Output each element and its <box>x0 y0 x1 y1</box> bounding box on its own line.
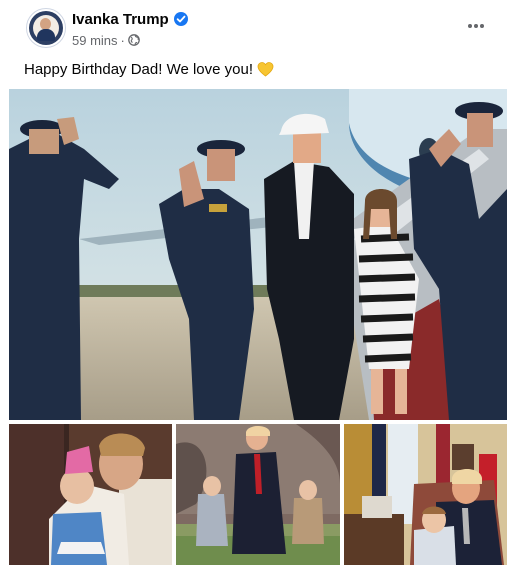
yellow-heart-icon <box>257 61 274 78</box>
photo-vintage-father-daughter[interactable] <box>9 424 172 565</box>
post-meta: 59 mins · <box>72 31 140 49</box>
post-header: Ivanka Trump 59 mins · <box>0 0 512 54</box>
more-options-icon[interactable] <box>462 16 490 36</box>
meta-separator: · <box>120 32 125 48</box>
globe-icon[interactable] <box>128 34 140 46</box>
photo-white-house-lawn-walk[interactable] <box>176 424 340 565</box>
author-row: Ivanka Trump <box>72 9 188 29</box>
facebook-post: Ivanka Trump 59 mins · Happy Birthday Da… <box>0 0 512 565</box>
profile-avatar[interactable] <box>26 8 66 48</box>
post-timestamp[interactable]: 59 mins <box>72 33 118 48</box>
post-caption: Happy Birthday Dad! We love you! <box>24 57 494 81</box>
photo-air-force-salute[interactable] <box>9 89 507 420</box>
author-name[interactable]: Ivanka Trump <box>72 11 169 28</box>
caption-text: Happy Birthday Dad! We love you! <box>24 60 254 78</box>
photo-oval-office-with-grandson[interactable] <box>344 424 507 565</box>
verified-badge-icon <box>173 12 188 26</box>
